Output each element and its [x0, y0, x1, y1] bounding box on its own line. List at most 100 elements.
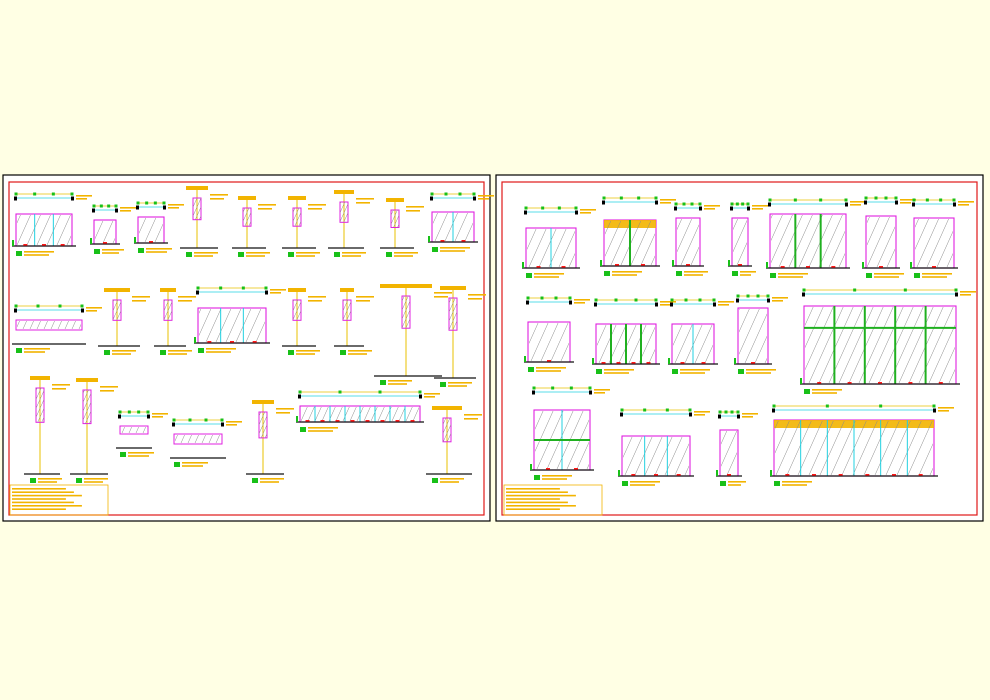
end-cap — [953, 202, 956, 207]
annotation-text-line — [296, 350, 320, 352]
end-cap — [524, 210, 527, 215]
floor-marker — [847, 382, 852, 384]
detail-tag — [16, 251, 22, 256]
dimension-tick — [588, 386, 592, 390]
annotation-text-line — [580, 212, 591, 214]
end-cap — [674, 206, 677, 211]
end-cap — [933, 408, 936, 413]
floor-marker — [806, 266, 810, 268]
annotation-text-line — [348, 353, 367, 355]
annotation-text-line — [24, 348, 50, 350]
annotation-text-line — [960, 291, 976, 293]
annotation-text-line — [782, 481, 812, 483]
side-marker — [716, 470, 718, 476]
dimension-tick — [107, 204, 111, 208]
floor-marker — [252, 341, 257, 343]
end-cap — [589, 390, 592, 395]
dimension-tick — [884, 196, 888, 200]
dimension-tick — [574, 206, 578, 210]
annotation-text-line — [394, 252, 418, 254]
end-cap — [620, 412, 623, 417]
annotation-text-line — [660, 202, 671, 204]
floor-marker — [701, 362, 706, 364]
annotation-text-line — [660, 301, 676, 303]
annotation-text-line — [132, 300, 146, 302]
annotation-text-line — [210, 194, 228, 196]
annotation-text-line — [146, 251, 167, 253]
dimension-tick — [378, 390, 382, 394]
title-text-line — [506, 491, 568, 493]
dimension-tick — [444, 192, 448, 196]
title-text-line — [12, 488, 66, 490]
annotation-text-line — [120, 207, 136, 209]
annotation-text-line — [742, 413, 758, 415]
detail-tag — [16, 348, 22, 353]
dimension-tick — [768, 198, 772, 202]
end-cap — [71, 196, 74, 201]
detail-tag — [198, 348, 204, 353]
drawing-sheet-left[interactable] — [0, 174, 508, 522]
end-cap — [575, 210, 578, 215]
annotation-text-line — [812, 392, 837, 394]
annotation-text-line — [424, 396, 435, 398]
annotation-text-line — [718, 304, 729, 306]
dimension-tick — [430, 192, 434, 196]
dimension-tick — [802, 288, 806, 292]
dimension-tick — [853, 288, 857, 292]
section-head — [186, 186, 208, 190]
dimension-tick — [620, 408, 624, 412]
end-cap — [430, 196, 433, 201]
dimension-tick — [724, 410, 728, 414]
annotation-text-line — [194, 255, 213, 257]
floor-marker — [574, 468, 578, 470]
end-cap — [602, 200, 605, 205]
annotation-text-line — [612, 274, 637, 276]
section-head — [440, 286, 466, 290]
side-marker — [862, 262, 864, 268]
annotation-text-line — [146, 248, 172, 250]
end-cap — [419, 394, 422, 399]
dimension-tick — [772, 404, 776, 408]
floor-marker — [932, 266, 936, 268]
annotation-text-line — [356, 300, 370, 302]
drawing-sheet-right[interactable] — [477, 174, 990, 522]
dimension-tick — [756, 294, 760, 298]
end-cap — [737, 414, 740, 419]
detail-tag — [440, 382, 446, 387]
cad-model-space[interactable] — [0, 0, 990, 700]
dimension-tick — [952, 198, 956, 202]
annotation-text-line — [440, 250, 465, 252]
annotation-text-line — [440, 478, 464, 480]
end-cap — [81, 308, 84, 313]
floor-marker — [320, 420, 325, 422]
detail-tag — [386, 252, 392, 257]
annotation-text-line — [468, 294, 486, 296]
dimension-tick — [92, 204, 96, 208]
dimension-tick — [204, 418, 208, 422]
dimension-tick — [718, 410, 722, 414]
title-text-line — [12, 505, 82, 507]
floor-marker — [908, 382, 913, 384]
annotation-text-line — [24, 351, 45, 353]
side-marker — [618, 470, 620, 476]
dimension-tick — [418, 390, 422, 394]
annotation-text-line — [388, 380, 412, 382]
detail-tag — [804, 389, 810, 394]
dimension-tick — [532, 386, 536, 390]
dimension-tick — [614, 298, 618, 302]
annotation-text-line — [938, 410, 949, 412]
dimension-tick — [736, 410, 740, 414]
floor-marker — [646, 362, 651, 364]
floor-marker — [631, 474, 636, 476]
title-text-line — [506, 508, 560, 510]
dimension-tick — [472, 192, 476, 196]
dimension-tick — [594, 298, 598, 302]
dimension-tick — [903, 288, 907, 292]
floor-marker — [831, 266, 836, 268]
dimension-tick — [825, 404, 829, 408]
annotation-text-line — [740, 271, 756, 273]
annotation-text-line — [680, 372, 705, 374]
annotation-text-line — [128, 455, 149, 457]
annotation-text-line — [296, 252, 320, 254]
side-marker — [734, 358, 736, 364]
